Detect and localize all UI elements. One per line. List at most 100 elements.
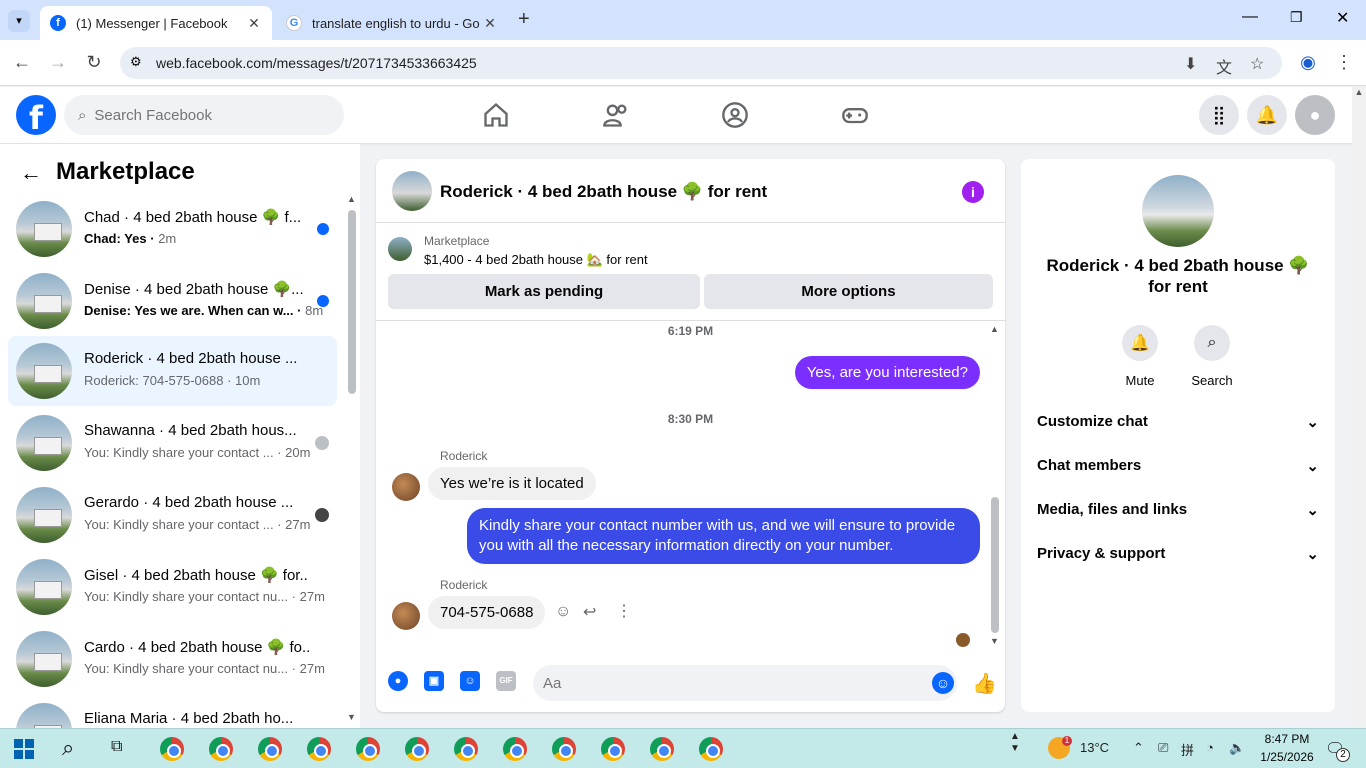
system-tray-overflow-icon[interactable]: ▲ ▼ — [1010, 731, 1020, 755]
volume-icon[interactable]: 🔈 — [1229, 740, 1245, 756]
scroll-up-arrow[interactable]: ▲ — [347, 194, 356, 204]
gif-icon[interactable]: GIF — [496, 671, 516, 691]
listing-description[interactable]: $1,400 - 4 bed 2bath house 🏡 for rent — [424, 252, 648, 268]
search-icon[interactable]: ⌕ — [1194, 325, 1230, 361]
weather-temperature[interactable]: 13°C — [1080, 740, 1109, 755]
info-icon[interactable]: i — [962, 181, 984, 203]
tab-google-translate[interactable]: G translate english to urdu - Goo ✕ — [276, 6, 508, 40]
more-icon[interactable]: ⋮ — [616, 601, 632, 621]
facebook-logo[interactable]: f — [16, 95, 56, 137]
page-scroll-up-arrow[interactable]: ▲ — [1352, 87, 1366, 97]
sticker-icon[interactable]: ☺ — [460, 671, 480, 691]
chrome-icon[interactable] — [160, 737, 184, 761]
more-options-button[interactable]: More options — [704, 274, 993, 309]
start-button[interactable] — [14, 739, 34, 759]
mark-as-pending-button[interactable]: Mark as pending — [388, 274, 700, 309]
menu-grid-icon[interactable]: ⣿ — [1199, 95, 1239, 135]
facebook-search[interactable]: ⌕ — [64, 95, 344, 135]
chrome-icon[interactable] — [601, 737, 625, 761]
outgoing-message[interactable]: Yes, are you interested? — [794, 356, 980, 389]
restore-button[interactable]: ❐ — [1290, 9, 1303, 26]
message-input[interactable] — [533, 665, 957, 701]
install-app-icon[interactable]: ⬇ — [1184, 54, 1197, 74]
conversation-item[interactable]: Shawanna · 4 bed 2bath hous... You: Kind… — [8, 408, 337, 478]
chrome-icon[interactable] — [307, 737, 331, 761]
close-tab-icon[interactable]: ✕ — [480, 15, 500, 32]
chrome-icon[interactable] — [356, 737, 380, 761]
customize-chat-section[interactable]: Customize chat ⌄ — [1037, 413, 1319, 431]
home-icon[interactable] — [482, 101, 510, 129]
page-scrollbar[interactable]: ▲ — [1352, 87, 1366, 728]
chrome-icon[interactable] — [552, 737, 576, 761]
notifications-bell-icon[interactable]: 🔔 — [1247, 95, 1287, 135]
profile-icon[interactable]: ◉ — [1296, 52, 1320, 73]
back-button[interactable]: ← — [10, 52, 34, 73]
omnibox[interactable]: ⚙ web.facebook.com/messages/t/2071734533… — [120, 47, 1282, 79]
site-info-icon[interactable]: ⚙ — [130, 54, 142, 70]
chrome-icon[interactable] — [699, 737, 723, 761]
chrome-icon[interactable] — [258, 737, 282, 761]
task-view-icon[interactable]: ⧉ — [111, 738, 122, 756]
sender-avatar[interactable] — [392, 473, 420, 501]
outgoing-message[interactable]: Kindly share your contact number with us… — [467, 508, 980, 564]
clock-date[interactable]: 1/25/2026 — [1254, 750, 1320, 764]
chat-title[interactable]: Roderick · 4 bed 2bath house 🌳 for rent — [440, 182, 767, 202]
chat-scrollbar[interactable] — [991, 497, 999, 633]
chevron-up-icon[interactable]: ⌃ — [1133, 740, 1144, 756]
scroll-down-arrow[interactable]: ▼ — [347, 712, 356, 722]
conversation-item[interactable]: Denise · 4 bed 2bath house 🌳... Denise: … — [8, 266, 337, 336]
input-method-icon[interactable]: 拼 — [1181, 740, 1194, 759]
react-icon[interactable]: ☺ — [555, 603, 571, 621]
conversation-item[interactable]: Chad · 4 bed 2bath house 🌳 f... Chad: Ye… — [8, 194, 337, 264]
privacy-support-section[interactable]: Privacy & support ⌄ — [1037, 545, 1319, 563]
bookmark-star-icon[interactable]: ☆ — [1250, 54, 1264, 74]
emoji-icon[interactable]: ☺ — [932, 672, 954, 694]
search-input[interactable] — [94, 106, 315, 124]
chrome-icon[interactable] — [405, 737, 429, 761]
sender-avatar[interactable] — [392, 602, 420, 630]
listing-avatar-large[interactable] — [1142, 175, 1214, 247]
sidebar-scrollbar[interactable] — [348, 210, 356, 394]
search-action[interactable]: ⌕ Search — [1182, 325, 1242, 388]
conversation-item[interactable]: Gisel · 4 bed 2bath house 🌳 for... You: … — [8, 552, 337, 622]
chrome-icon[interactable] — [209, 737, 233, 761]
mute-action[interactable]: 🔔 Mute — [1110, 325, 1170, 388]
conversation-item[interactable]: Gerardo · 4 bed 2bath house ... You: Kin… — [8, 480, 337, 550]
search-icon[interactable]: ⌕ — [62, 735, 74, 761]
chat-members-section[interactable]: Chat members ⌄ — [1037, 457, 1319, 475]
thumbs-up-icon[interactable]: 👍 — [972, 671, 997, 696]
chat-scroll-up-arrow[interactable]: ▲ — [990, 324, 999, 334]
listing-thumbnail[interactable] — [388, 237, 412, 261]
translate-icon[interactable]: 文 — [1216, 54, 1232, 78]
chrome-icon[interactable] — [503, 737, 527, 761]
microphone-icon[interactable]: ● — [388, 671, 408, 691]
conversation-item-selected[interactable]: Roderick · 4 bed 2bath house ... Roderic… — [8, 336, 337, 406]
reload-button[interactable]: ↻ — [82, 52, 106, 73]
conversation-item[interactable]: Cardo · 4 bed 2bath house 🌳 fo... You: K… — [8, 624, 337, 694]
close-tab-icon[interactable]: ✕ — [244, 15, 264, 32]
groups-icon[interactable] — [721, 101, 749, 129]
reply-icon[interactable]: ↩ — [583, 602, 596, 622]
back-arrow-icon[interactable]: ← — [20, 160, 42, 186]
clock-time[interactable]: 8:47 PM — [1260, 732, 1314, 746]
forward-button[interactable]: → — [46, 52, 70, 73]
account-avatar[interactable]: ● — [1295, 95, 1335, 135]
new-tab-button[interactable]: + — [518, 8, 530, 31]
incoming-message[interactable]: Yes we’re is it located — [428, 467, 596, 500]
bell-icon[interactable]: 🔔 — [1122, 325, 1158, 361]
chat-scroll-down-arrow[interactable]: ▼ — [990, 636, 999, 646]
chrome-icon[interactable] — [650, 737, 674, 761]
gaming-icon[interactable] — [841, 101, 869, 129]
friends-icon[interactable] — [602, 101, 630, 129]
media-files-links-section[interactable]: Media, files and links ⌄ — [1037, 501, 1319, 519]
chat-avatar[interactable] — [392, 171, 432, 211]
conversation-item[interactable]: Eliana Maria · 4 bed 2bath ho... — [8, 696, 337, 728]
close-window-button[interactable]: ✕ — [1336, 8, 1349, 28]
photo-icon[interactable]: ▣ — [424, 671, 444, 691]
meet-now-icon[interactable]: ⎚ — [1158, 740, 1168, 756]
minimize-button[interactable]: — — [1242, 8, 1258, 26]
incoming-message[interactable]: 704-575-0688 — [428, 596, 546, 629]
tab-search-dropdown[interactable]: ▾ — [8, 10, 30, 32]
tab-messenger[interactable]: f (1) Messenger | Facebook ✕ — [40, 6, 272, 40]
chrome-icon[interactable] — [454, 737, 478, 761]
